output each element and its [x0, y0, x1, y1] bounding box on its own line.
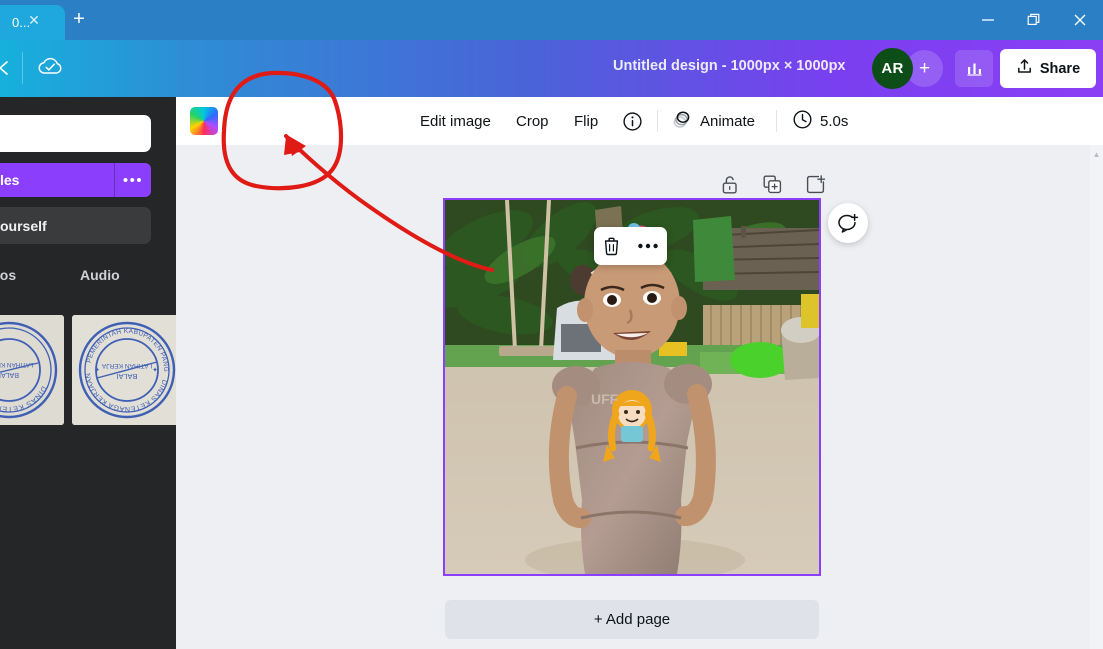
svg-text:✦: ✦ [94, 365, 100, 373]
close-icon[interactable] [1057, 0, 1103, 40]
stamp-thumbnail-1[interactable]: DINAS KETENAGA KER BALAI LATIHAN KERJA [0, 315, 64, 425]
stamp-thumbnail-2[interactable]: DINAS KETENAGA KERJAAN PEMERINTAH KABUPA… [72, 315, 182, 425]
thumbnail-grid: DINAS KETENAGA KER BALAI LATIHAN KERJA [0, 315, 182, 425]
duration-label: 5.0s [820, 112, 849, 130]
stamp-graphic: DINAS KETENAGA KER BALAI LATIHAN KERJA [0, 315, 64, 425]
add-comment-icon[interactable] [828, 203, 868, 243]
svg-text:BALAI: BALAI [117, 372, 138, 381]
primary-action-label: les [0, 172, 20, 188]
crop-label: Crop [516, 112, 549, 130]
duplicate-page-icon[interactable] [762, 173, 783, 195]
clock-icon [792, 109, 813, 134]
primary-action-button[interactable]: les ••• [0, 163, 151, 197]
scroll-up-arrow[interactable]: ▲ [1091, 149, 1102, 160]
avatar[interactable]: AR [872, 48, 913, 89]
divider [776, 110, 777, 132]
flip-button[interactable]: Flip [574, 97, 598, 145]
image-color-swatch[interactable] [190, 107, 218, 135]
element-toolbar: Edit image Crop Flip Animate 5.0s [176, 97, 1103, 145]
browser-title-bar: 0... ✕ + [0, 0, 1103, 40]
svg-text:BALAI: BALAI [0, 371, 19, 378]
canvas-workspace: UFF + Add page [176, 145, 1103, 649]
add-page-button[interactable]: + Add page [445, 600, 819, 639]
tab-audio[interactable]: Audio [80, 267, 120, 283]
svg-text:✦: ✦ [152, 365, 158, 373]
add-page-icon[interactable] [805, 173, 826, 195]
bar-chart-icon[interactable] [955, 50, 993, 87]
animate-icon [671, 108, 693, 134]
divider [657, 110, 658, 132]
share-button[interactable]: Share [1000, 49, 1096, 88]
minimize-icon[interactable] [965, 0, 1011, 40]
more-horizontal-icon[interactable]: ••• [115, 163, 151, 197]
svg-text:LATIHAN KERJA: LATIHAN KERJA [0, 361, 33, 368]
unlock-page-icon[interactable] [720, 173, 740, 195]
delete-element-icon[interactable] [602, 236, 621, 256]
side-panel: les ••• ourself eos Audio DINAS [0, 97, 182, 649]
restore-icon[interactable] [1011, 0, 1057, 40]
list-item[interactable]: ourself [0, 207, 151, 244]
edit-image-label: Edit image [420, 112, 491, 130]
search-input[interactable] [0, 115, 151, 152]
close-icon[interactable]: ✕ [26, 12, 42, 28]
vertical-scrollbar[interactable] [1090, 145, 1103, 649]
share-button-label: Share [1039, 60, 1081, 77]
appbar-divider [22, 52, 23, 84]
svg-text:LATIHAN KERJA: LATIHAN KERJA [101, 362, 152, 369]
canva-editor-window: 0... ✕ + Untitled design - 1000px × 1000… [0, 0, 1103, 649]
share-upload-icon [1016, 58, 1033, 79]
duration-button[interactable]: 5.0s [792, 97, 848, 145]
info-icon[interactable] [622, 97, 643, 145]
browser-tab-strip: 0... ✕ + [0, 0, 1103, 40]
cloud-check-icon [36, 54, 65, 83]
svg-text:UFF: UFF [591, 391, 619, 407]
flip-label: Flip [574, 112, 599, 130]
element-context-menu [594, 227, 667, 265]
back-arrow-icon[interactable] [0, 58, 16, 80]
panel-tabs: eos Audio [0, 267, 176, 291]
document-title[interactable]: Untitled design - 1000px × 1000px [613, 58, 846, 74]
animate-button[interactable]: Animate [671, 97, 755, 145]
animate-label: Animate [700, 112, 756, 130]
tab-videos[interactable]: eos [0, 267, 16, 283]
crop-button[interactable]: Crop [516, 97, 549, 145]
edit-image-button[interactable]: Edit image [420, 97, 491, 145]
plus-icon[interactable]: + [66, 9, 92, 31]
more-options-icon[interactable] [637, 242, 659, 250]
stamp-graphic: DINAS KETENAGA KERJAAN PEMERINTAH KABUPA… [72, 315, 182, 425]
list-item-label: ourself [0, 217, 47, 234]
page-tools [720, 171, 826, 197]
